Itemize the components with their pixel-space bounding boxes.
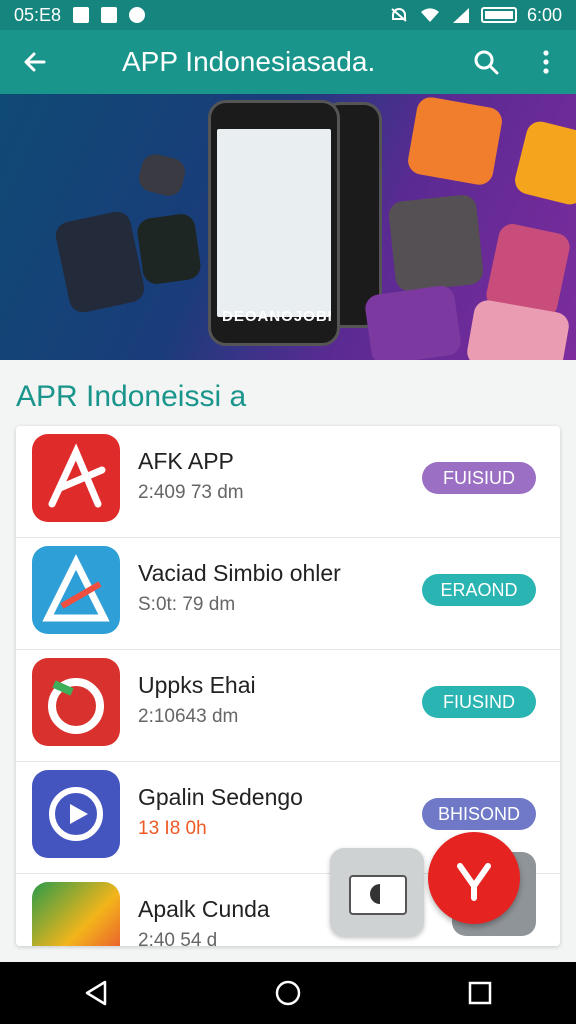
search-button[interactable] (456, 30, 516, 94)
app-meta: 2:40 54 d (138, 930, 218, 946)
app-meta: 13 I8 0h (138, 818, 207, 839)
signal-icon (452, 8, 469, 23)
app-name: Gpalin Sedengo (138, 784, 303, 810)
app-icon (32, 658, 120, 746)
app-meta: 2:409 73 dm (138, 482, 244, 503)
wifi-icon (420, 8, 439, 22)
system-nav-bar (0, 962, 576, 1024)
nav-home-icon[interactable] (273, 978, 303, 1008)
brand-logo-icon (457, 863, 491, 901)
banner-app-tile (363, 284, 463, 360)
status-left-text: 05:E8 (14, 4, 62, 25)
install-button[interactable]: BHISOND (422, 798, 536, 830)
triangle-logo-icon (42, 554, 110, 622)
install-button[interactable]: FIUSIND (422, 686, 536, 718)
app-name: Vaciad Simbio ohler (138, 560, 341, 586)
banner-phone-text: DEOANOJOBI (222, 308, 333, 325)
more-options-button[interactable] (516, 30, 576, 94)
nav-recents-icon[interactable] (465, 978, 495, 1008)
app-meta: 2:10643 dm (138, 706, 239, 727)
banner-app-tile (135, 212, 203, 286)
status-time: 6:00 (526, 4, 562, 25)
more-vert-icon (543, 50, 549, 74)
mute-icon (391, 8, 407, 22)
status-bar: 05:E8 6:00 (0, 0, 576, 30)
app-name: Uppks Ehai (138, 672, 256, 698)
banner-app-tile (53, 209, 147, 315)
app-bar-title: APP Indonesiasada. (122, 46, 376, 77)
hero-banner[interactable]: DEOANOJOBI (0, 94, 576, 360)
install-button[interactable]: FUISIUD (422, 462, 536, 494)
install-button[interactable]: ERAOND (422, 574, 536, 606)
ring-logo-icon (48, 678, 104, 734)
banner-app-tile (512, 118, 576, 208)
banner-app-tile (387, 193, 485, 293)
back-arrow-icon (24, 52, 46, 72)
banner-app-tile (136, 151, 188, 199)
primary-fab[interactable] (428, 832, 520, 924)
star-logo-icon (48, 443, 106, 508)
app-name: Apalk Cunda (138, 896, 270, 922)
list-item[interactable]: Vaciad Simbio ohler S:0t: 79 dm ERAOND (16, 538, 560, 650)
play-circle-logo-icon (49, 787, 103, 841)
list-item[interactable]: Uppks Ehai 2:10643 dm FIUSIND (16, 650, 560, 762)
search-icon (474, 50, 499, 75)
app-icon (32, 770, 120, 858)
notification-icon (73, 7, 90, 23)
section-title: APR Indoneissi a (16, 380, 247, 413)
notification-icon-3 (129, 7, 146, 23)
secondary-fab[interactable] (330, 848, 424, 936)
app-icon (32, 882, 120, 946)
app-icon (32, 434, 120, 522)
app-meta: S:0t: 79 dm (138, 594, 236, 615)
notification-icon-2 (101, 7, 118, 23)
nav-back-icon[interactable] (81, 978, 111, 1008)
app-bar: APP Indonesiasada. (0, 30, 576, 94)
window-icon (349, 875, 407, 915)
battery-icon (480, 7, 517, 23)
app-icon (32, 546, 120, 634)
banner-app-tile (405, 95, 505, 187)
app-name: AFK APP (138, 448, 234, 474)
list-item[interactable]: AFK APP 2:409 73 dm FUISIUD (16, 426, 560, 538)
back-button[interactable] (0, 30, 70, 94)
